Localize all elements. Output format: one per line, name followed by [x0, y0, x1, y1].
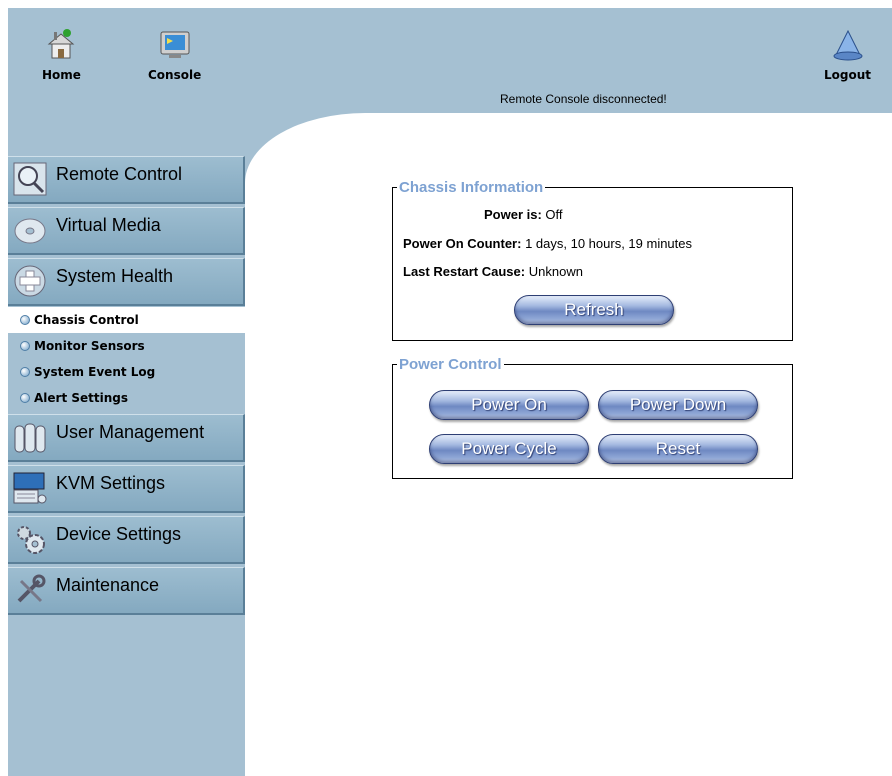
sidebar-item-label: Device Settings [56, 524, 182, 544]
console-status-text: Remote Console disconnected! [500, 92, 667, 106]
home-icon [45, 29, 77, 66]
subitem-alert-settings[interactable]: Alert Settings [8, 385, 245, 411]
sidebar-item-remote-control[interactable]: Remote Control [8, 156, 245, 204]
power-on-counter-value: 1 days, 10 hours, 19 minutes [525, 236, 693, 251]
refresh-button[interactable]: Refresh [514, 295, 674, 325]
sidebar-item-label: Virtual Media [56, 215, 161, 235]
home-button[interactable]: Home [42, 28, 81, 82]
last-restart-cause-key: Last Restart Cause: [403, 264, 526, 279]
sidebar-item-label: Remote Control [56, 164, 183, 184]
subitem-label: Chassis Control [34, 313, 139, 327]
subitem-label: Monitor Sensors [34, 339, 145, 353]
console-icon [157, 31, 193, 66]
power-status-value: Off [545, 207, 563, 222]
sidebar-item-system-health[interactable]: System Health [8, 258, 245, 306]
power-on-counter-row: Power On Counter: 1 days, 10 hours, 19 m… [403, 236, 692, 251]
magnifier-icon [12, 162, 48, 196]
bullet-icon [20, 393, 30, 403]
subitem-label: Alert Settings [34, 391, 129, 405]
last-restart-cause-row: Last Restart Cause: Unknown [403, 264, 583, 279]
sidebar-menu: Remote Control Virtual Media System Heal… [8, 156, 245, 618]
sidebar-item-kvm-settings[interactable]: KVM Settings [8, 465, 245, 513]
content-corner-curve [245, 113, 365, 183]
bullet-icon [20, 341, 30, 351]
power-status-row: Power is: Off [484, 207, 563, 222]
power-status-key: Power is: [484, 207, 542, 222]
subitem-system-event-log[interactable]: System Event Log [8, 359, 245, 385]
users-icon [12, 420, 48, 454]
sidebar-item-user-management[interactable]: User Management [8, 414, 245, 462]
sidebar-item-label: KVM Settings [56, 473, 166, 493]
bullet-icon [20, 367, 30, 377]
power-on-button[interactable]: Power On [429, 390, 589, 420]
power-control-legend: Power Control [399, 356, 502, 373]
gears-icon [12, 522, 48, 556]
sidebar-item-virtual-media[interactable]: Virtual Media [8, 207, 245, 255]
sidebar-item-maintenance[interactable]: Maintenance [8, 567, 245, 615]
logout-label: Logout [824, 68, 872, 82]
disc-icon [12, 213, 48, 247]
last-restart-cause-value: Unknown [528, 264, 583, 279]
top-banner [8, 8, 892, 113]
sidebar-item-label: User Management [56, 422, 205, 442]
sidebar-item-label: System Health [56, 266, 174, 286]
sidebar-item-label: Maintenance [56, 575, 160, 595]
reset-button[interactable]: Reset [598, 434, 758, 464]
bullet-icon [20, 315, 30, 325]
subitem-label: System Event Log [34, 365, 156, 379]
wrench-icon [12, 573, 48, 607]
logout-icon [830, 29, 866, 66]
subitem-chassis-control[interactable]: Chassis Control [8, 307, 245, 333]
kvm-keyboard-icon [12, 471, 48, 505]
power-on-counter-key: Power On Counter: [403, 236, 522, 251]
health-cross-icon [12, 264, 48, 298]
chassis-information-legend: Chassis Information [399, 179, 544, 196]
home-label: Home [42, 68, 81, 82]
console-label: Console [148, 68, 202, 82]
power-cycle-button[interactable]: Power Cycle [429, 434, 589, 464]
subitem-monitor-sensors[interactable]: Monitor Sensors [8, 333, 245, 359]
system-health-submenu: Chassis Control Monitor Sensors System E… [8, 307, 245, 411]
sidebar-item-device-settings[interactable]: Device Settings [8, 516, 245, 564]
logout-button[interactable]: Logout [824, 28, 871, 82]
power-down-button[interactable]: Power Down [598, 390, 758, 420]
console-button[interactable]: Console [148, 28, 201, 82]
